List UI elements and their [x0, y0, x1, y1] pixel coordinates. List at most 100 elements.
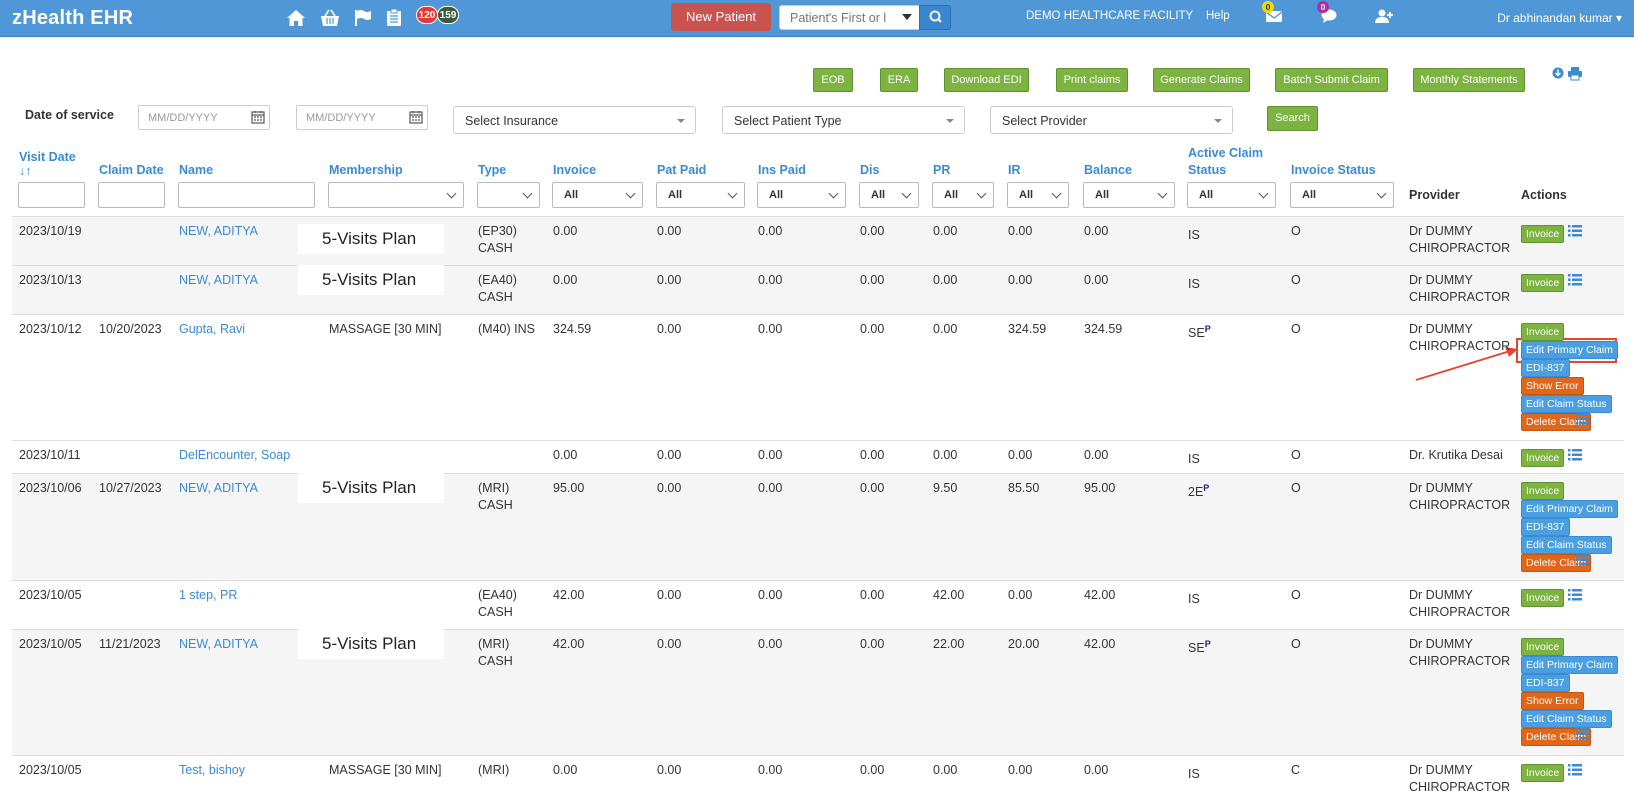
invoice-button[interactable]: Invoice: [1521, 323, 1565, 341]
print-claims-button[interactable]: Print claims: [1056, 68, 1128, 92]
calendar-icon[interactable]: [251, 110, 265, 124]
edi-button[interactable]: EDI-837: [1521, 674, 1570, 692]
edit-status-button[interactable]: Edit Claim Status: [1521, 536, 1612, 554]
edit-status-button[interactable]: Edit Claim Status: [1521, 710, 1612, 728]
provider-select[interactable]: Select Provider: [990, 106, 1233, 134]
flag-icon[interactable]: [354, 9, 372, 27]
home-icon[interactable]: [286, 9, 306, 27]
show-error-button[interactable]: Show Error: [1521, 377, 1584, 395]
cell-patient-name[interactable]: NEW, ADITYA: [179, 636, 258, 653]
edi-button[interactable]: EDI-837: [1521, 518, 1570, 536]
col-ir[interactable]: IR: [1008, 163, 1021, 177]
list-icon[interactable]: [1568, 449, 1582, 464]
date-to-input[interactable]: MM/DD/YYYY: [296, 105, 428, 130]
eob-button[interactable]: EOB: [813, 68, 853, 92]
batch-submit-claim-button[interactable]: Batch Submit Claim: [1275, 68, 1388, 92]
ins-paid-filter[interactable]: All: [757, 182, 846, 208]
col-membership[interactable]: Membership: [329, 163, 403, 177]
name-filter[interactable]: [178, 182, 315, 208]
era-button[interactable]: ERA: [880, 68, 918, 92]
edit-primary-button[interactable]: Edit Primary Claim: [1521, 656, 1618, 674]
invoice-button[interactable]: Invoice: [1521, 225, 1565, 243]
type-filter[interactable]: [477, 182, 540, 208]
pr-filter[interactable]: All: [932, 182, 994, 208]
col-active-claim-status-line2[interactable]: Status: [1188, 163, 1226, 177]
visit-date-filter[interactable]: [18, 182, 85, 208]
list-icon[interactable]: [1568, 589, 1582, 604]
facility-name[interactable]: DEMO HEALTHCARE FACILITY: [1026, 10, 1193, 22]
col-active-claim-status[interactable]: Active Claim: [1188, 146, 1263, 160]
list-icon[interactable]: [1568, 225, 1582, 240]
list-icon[interactable]: [1576, 554, 1590, 569]
print-icon[interactable]: [1568, 67, 1582, 81]
list-icon[interactable]: [1568, 274, 1582, 289]
edit-primary-button[interactable]: Edit Primary Claim: [1521, 500, 1618, 518]
invoice-button[interactable]: Invoice: [1521, 764, 1565, 782]
cell-patient-name[interactable]: NEW, ADITYA: [179, 272, 258, 289]
search-button[interactable]: [919, 5, 951, 30]
monthly-statements-button[interactable]: Monthly Statements: [1413, 68, 1525, 92]
cell-patient-name[interactable]: Gupta, Ravi: [179, 321, 245, 338]
col-invoice[interactable]: Invoice: [553, 163, 596, 177]
edi-button[interactable]: EDI-837: [1521, 359, 1570, 377]
show-error-button[interactable]: Show Error: [1521, 692, 1584, 710]
cell-patient-name[interactable]: Test, bishoy: [179, 762, 245, 779]
search-dropdown-caret-icon[interactable]: [902, 14, 912, 20]
balance-filter[interactable]: All: [1083, 182, 1175, 208]
col-pat-paid[interactable]: Pat Paid: [657, 163, 706, 177]
invoice-status-filter[interactable]: All: [1290, 182, 1394, 208]
invoice-filter[interactable]: All: [552, 182, 643, 208]
calendar-icon[interactable]: [409, 110, 423, 124]
new-patient-button[interactable]: New Patient: [671, 3, 771, 31]
membership-filter[interactable]: [328, 182, 464, 208]
cell-provider: Dr DUMMY: [1409, 481, 1473, 495]
col-ins-paid[interactable]: Ins Paid: [758, 163, 806, 177]
col-claim-date[interactable]: Claim Date: [99, 163, 164, 177]
sort-icon[interactable]: ↓↑: [19, 164, 32, 178]
claim-date-filter[interactable]: [98, 182, 165, 208]
notification-badge-red[interactable]: 120: [416, 6, 438, 24]
claim-status-filter[interactable]: All: [1187, 182, 1276, 208]
col-visit-date[interactable]: Visit Date: [19, 150, 76, 164]
help-link[interactable]: Help: [1206, 10, 1230, 22]
search-filter-button[interactable]: Search: [1267, 106, 1318, 131]
app-title[interactable]: zHealth EHR: [12, 7, 133, 30]
col-type[interactable]: Type: [478, 163, 506, 177]
list-icon[interactable]: [1568, 764, 1582, 779]
invoice-button[interactable]: Invoice: [1521, 449, 1565, 467]
user-menu[interactable]: Dr abhinandan kumar ▾: [1497, 11, 1622, 25]
cell-pr: 0.00: [933, 273, 958, 287]
list-icon[interactable]: [1576, 413, 1590, 428]
patient-type-select[interactable]: Select Patient Type: [722, 106, 965, 134]
date-from-input[interactable]: MM/DD/YYYY: [138, 105, 270, 130]
clipboard-icon[interactable]: [386, 8, 402, 27]
invoice-button[interactable]: Invoice: [1521, 482, 1565, 500]
invoice-button[interactable]: Invoice: [1521, 274, 1565, 292]
cell-patient-name[interactable]: NEW, ADITYA: [179, 223, 258, 240]
cell-patient-name[interactable]: NEW, ADITYA: [179, 480, 258, 497]
cell-patient-name[interactable]: 1 step, PR: [179, 587, 237, 604]
insurance-select[interactable]: Select Insurance: [453, 106, 696, 134]
claim-status-code: IS: [1188, 592, 1200, 607]
basket-icon[interactable]: [320, 9, 340, 27]
col-dis[interactable]: Dis: [860, 163, 879, 177]
invoice-button[interactable]: Invoice: [1521, 638, 1565, 656]
download-edi-button[interactable]: Download EDI: [944, 68, 1029, 92]
col-pr[interactable]: PR: [933, 163, 950, 177]
edit-status-button[interactable]: Edit Claim Status: [1521, 395, 1612, 413]
col-balance[interactable]: Balance: [1084, 163, 1132, 177]
ir-filter[interactable]: All: [1007, 182, 1069, 208]
notification-badge-dark[interactable]: 159: [437, 6, 459, 24]
col-invoice-status[interactable]: Invoice Status: [1291, 163, 1376, 177]
add-user-icon[interactable]: [1375, 9, 1393, 26]
patient-search-input[interactable]: [780, 6, 898, 29]
dis-filter[interactable]: All: [859, 182, 919, 208]
cell-patient-name[interactable]: DelEncounter, Soap: [179, 447, 290, 464]
invoice-button[interactable]: Invoice: [1521, 589, 1565, 607]
generate-claims-button[interactable]: Generate Claims: [1153, 68, 1250, 92]
edit-primary-button[interactable]: Edit Primary Claim: [1521, 341, 1618, 359]
list-icon[interactable]: [1576, 728, 1590, 743]
col-name[interactable]: Name: [179, 163, 213, 177]
download-icon[interactable]: [1552, 67, 1564, 79]
pat-paid-filter[interactable]: All: [656, 182, 745, 208]
